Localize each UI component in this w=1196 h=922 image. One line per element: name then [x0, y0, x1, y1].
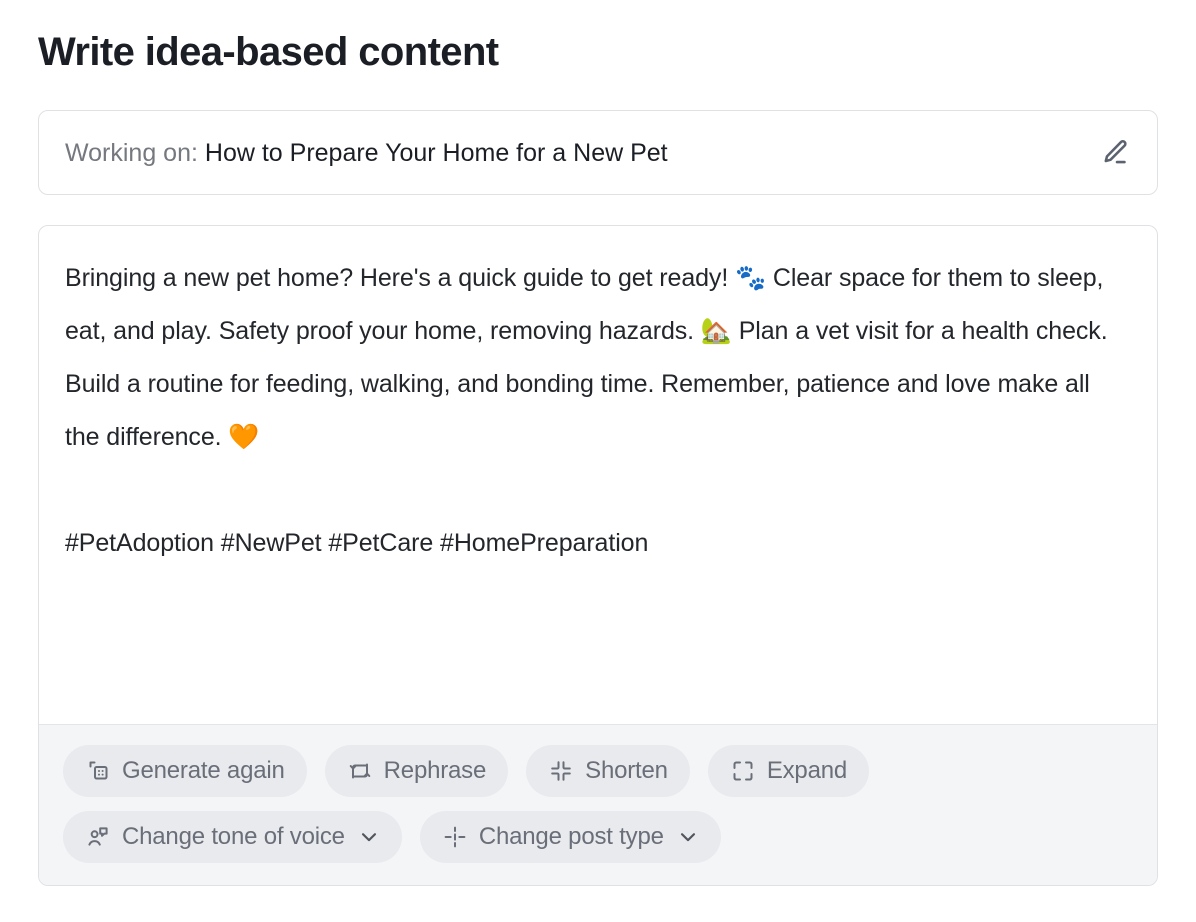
- change-tone-of-voice-label: Change tone of voice: [122, 823, 345, 850]
- swap-arrows-icon: [347, 758, 373, 784]
- shorten-label: Shorten: [585, 757, 668, 784]
- working-on-text: Working on: How to Prepare Your Home for…: [65, 137, 1095, 169]
- generated-content-paragraph: Bringing a new pet home? Here's a quick …: [65, 264, 1108, 451]
- content-actions-toolbar: Generate again Rephrase Shorten Expand C…: [39, 724, 1157, 885]
- content-editor-card: Bringing a new pet home? Here's a quick …: [38, 225, 1158, 886]
- shorten-button[interactable]: Shorten: [526, 745, 690, 797]
- rephrase-button[interactable]: Rephrase: [324, 745, 509, 797]
- change-post-type-label: Change post type: [478, 823, 664, 850]
- write-content-panel: Write idea-based content Working on: How…: [0, 0, 1196, 922]
- working-on-bar[interactable]: Working on: How to Prepare Your Home for…: [38, 110, 1158, 195]
- generate-again-button[interactable]: Generate again: [63, 745, 307, 797]
- toolbar-row-primary: Generate again Rephrase Shorten Expand: [63, 745, 1133, 797]
- expand-button[interactable]: Expand: [707, 745, 870, 797]
- change-tone-of-voice-button[interactable]: Change tone of voice: [63, 811, 402, 863]
- toolbar-row-secondary: Change tone of voice Change post type: [63, 811, 1133, 863]
- expand-corners-icon: [730, 758, 756, 784]
- edit-topic-button[interactable]: [1095, 133, 1135, 173]
- generate-again-label: Generate again: [122, 757, 285, 784]
- expand-label: Expand: [766, 757, 848, 784]
- chevron-down-icon: [677, 826, 699, 848]
- pencil-edit-icon: [1099, 137, 1131, 169]
- collapse-arrows-icon: [548, 758, 574, 784]
- change-post-type-button[interactable]: Change post type: [419, 811, 721, 863]
- page-title: Write idea-based content: [38, 30, 499, 74]
- crosshair-dashes-icon: [442, 824, 468, 850]
- working-on-topic: How to Prepare Your Home for a New Pet: [204, 138, 668, 167]
- person-speech-icon: [85, 824, 111, 850]
- chevron-down-icon: [358, 826, 380, 848]
- hashtags-paragraph: #PetAdoption #NewPet #PetCare #HomePrepa…: [65, 529, 649, 557]
- duplicate-grid-icon: [85, 758, 111, 784]
- content-editor-body[interactable]: Bringing a new pet home? Here's a quick …: [39, 226, 1157, 724]
- working-on-label: Working on:: [65, 138, 198, 167]
- rephrase-label: Rephrase: [383, 757, 487, 784]
